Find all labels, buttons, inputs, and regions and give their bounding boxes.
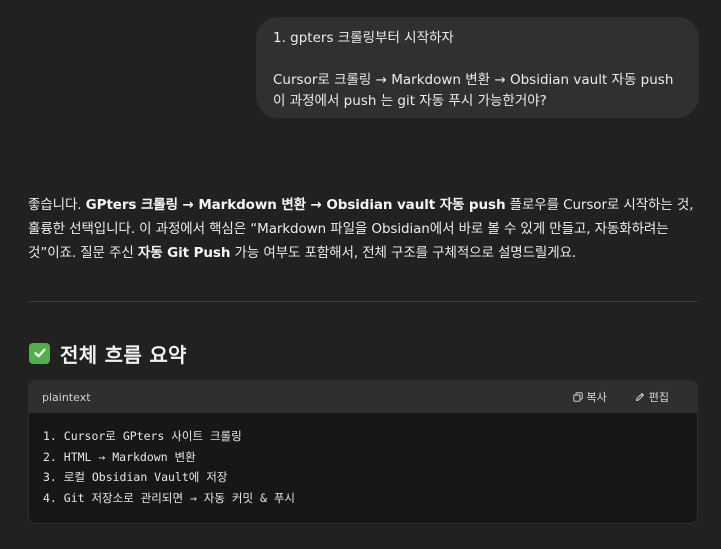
copy-icon — [572, 392, 583, 402]
section-divider — [28, 301, 698, 302]
code-block-header: plaintext 복사 편집 — [29, 381, 697, 413]
user-message-gap — [273, 49, 683, 70]
code-line: 4. Git 저장소로 관리되면 → 자동 커밋 & 푸시 — [43, 490, 295, 505]
check-mark-icon — [29, 342, 50, 364]
copy-button-label: 복사 — [586, 391, 607, 404]
user-message-bubble: 1. gpters 크롤링부터 시작하자 Cursor로 크롤링 → Markd… — [256, 17, 699, 118]
reply-text-1: 좋습니다. — [28, 197, 86, 213]
user-message-line-2: Cursor로 크롤링 → Markdown 변환 → Obsidian vau… — [273, 72, 674, 88]
chat-page: 1. gpters 크롤링부터 시작하자 Cursor로 크롤링 → Markd… — [0, 0, 721, 549]
code-body: 1. Cursor로 GPters 사이트 크롤링 2. HTML → Mark… — [29, 413, 697, 521]
reply-text-3: 가능 여부도 포함해서, 전체 구조를 구체적으로 설명드릴게요. — [230, 245, 577, 261]
edit-pencil-icon — [635, 393, 644, 401]
assistant-reply-paragraph: 좋습니다. GPters 크롤링 → Markdown 변환 → Obsidia… — [28, 193, 698, 265]
user-message-line-1: 1. gpters 크롤링부터 시작하자 — [273, 30, 454, 46]
code-language-label: plaintext — [42, 390, 91, 404]
edit-button-label: 편집 — [648, 391, 669, 404]
section-heading-text: 전체 흐름 요약 — [60, 342, 187, 367]
user-message-line-3: 이 과정에서 push 는 git 자동 푸시 가능한거야? — [273, 93, 547, 109]
code-line: 1. Cursor로 GPters 사이트 크롤링 — [43, 429, 242, 443]
edit-button[interactable]: 편집 — [635, 389, 669, 405]
reply-bold-git-push: 자동 Git Push — [137, 245, 231, 261]
reply-bold-flow: GPters 크롤링 → Markdown 변환 → Obsidian vaul… — [85, 197, 506, 213]
code-line: 3. 로컬 Obsidian Vault에 저장 — [43, 470, 228, 484]
code-actions: 복사 편집 — [572, 389, 669, 405]
section-heading: 전체 흐름 요약 — [29, 338, 187, 368]
copy-button[interactable]: 복사 — [572, 389, 607, 405]
code-block: plaintext 복사 편집 1. Cursor로 GPters 사이트 크롤… — [28, 380, 698, 524]
code-line: 2. HTML → Markdown 변환 — [43, 449, 196, 464]
